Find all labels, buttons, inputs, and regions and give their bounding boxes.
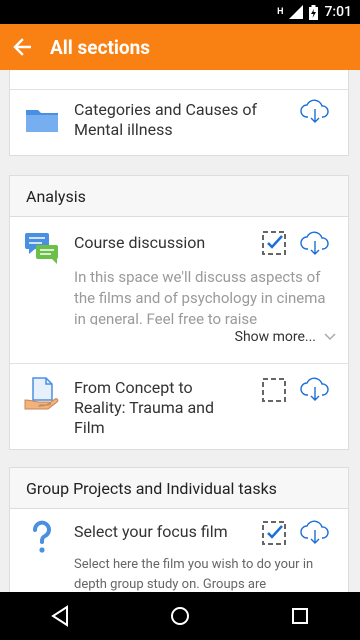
- section-title: Analysis: [10, 176, 348, 217]
- back-button[interactable]: [10, 35, 34, 59]
- cloud-download-icon[interactable]: [300, 230, 330, 256]
- page-icon: [24, 377, 59, 410]
- checkbox-unchecked-icon[interactable]: [262, 378, 286, 402]
- section-title: Group Projects and Individual tasks: [10, 468, 348, 509]
- module-title: From Concept to Reality: Trauma and Film: [74, 378, 215, 437]
- module-row[interactable]: Course discussion In this space we'll di…: [10, 217, 348, 364]
- cloud-download-icon[interactable]: [300, 98, 330, 124]
- page-title: All sections: [50, 35, 151, 59]
- nav-back-button[interactable]: [40, 596, 80, 636]
- status-bar: H 7:01: [0, 0, 360, 24]
- network-type: H: [277, 7, 284, 17]
- app-bar: All sections: [0, 24, 360, 70]
- module-title: Select your focus film: [74, 522, 228, 541]
- module-row[interactable]: Select your focus film Select here the f…: [10, 509, 348, 592]
- arrow-left-icon: [13, 38, 31, 56]
- section-card: Categories and Causes of Mental illness: [9, 70, 349, 156]
- checkbox-checked-icon[interactable]: [262, 521, 286, 545]
- sections-list[interactable]: Categories and Causes of Mental illness …: [0, 70, 360, 592]
- nav-recents-button[interactable]: [280, 596, 320, 636]
- section-card-analysis: Analysis Course discussion In this space…: [9, 175, 349, 450]
- nav-home-icon: [171, 607, 189, 625]
- signal-icon: [289, 5, 304, 19]
- module-title: Categories and Causes of Mental illness: [74, 100, 258, 139]
- cloud-download-icon[interactable]: [300, 519, 330, 545]
- cloud-download-icon[interactable]: [300, 376, 330, 402]
- module-row[interactable]: From Concept to Reality: Trauma and Film: [10, 364, 348, 452]
- forum-icon: [25, 233, 58, 264]
- checkbox-checked-icon[interactable]: [262, 231, 286, 255]
- folder-icon: [26, 110, 58, 132]
- show-more-label: Show more...: [234, 329, 316, 345]
- module-row[interactable]: Categories and Causes of Mental illness: [10, 89, 348, 156]
- question-icon: [33, 520, 51, 553]
- chevron-down-icon: [324, 333, 336, 341]
- nav-back-icon: [51, 605, 68, 627]
- nav-recents-icon: [292, 608, 308, 624]
- nav-home-button[interactable]: [160, 596, 200, 636]
- system-nav-bar: [0, 592, 360, 640]
- clock: 7:01: [324, 4, 352, 20]
- module-title: Course discussion: [74, 233, 206, 252]
- battery-icon: [309, 4, 319, 20]
- module-description: Select here the film you wish to do your…: [74, 557, 314, 592]
- section-card-group-projects: Group Projects and Individual tasks Sele…: [9, 467, 349, 592]
- show-more-link[interactable]: Show more...: [235, 329, 336, 345]
- module-description: In this space we'll discuss aspects of t…: [74, 268, 326, 325]
